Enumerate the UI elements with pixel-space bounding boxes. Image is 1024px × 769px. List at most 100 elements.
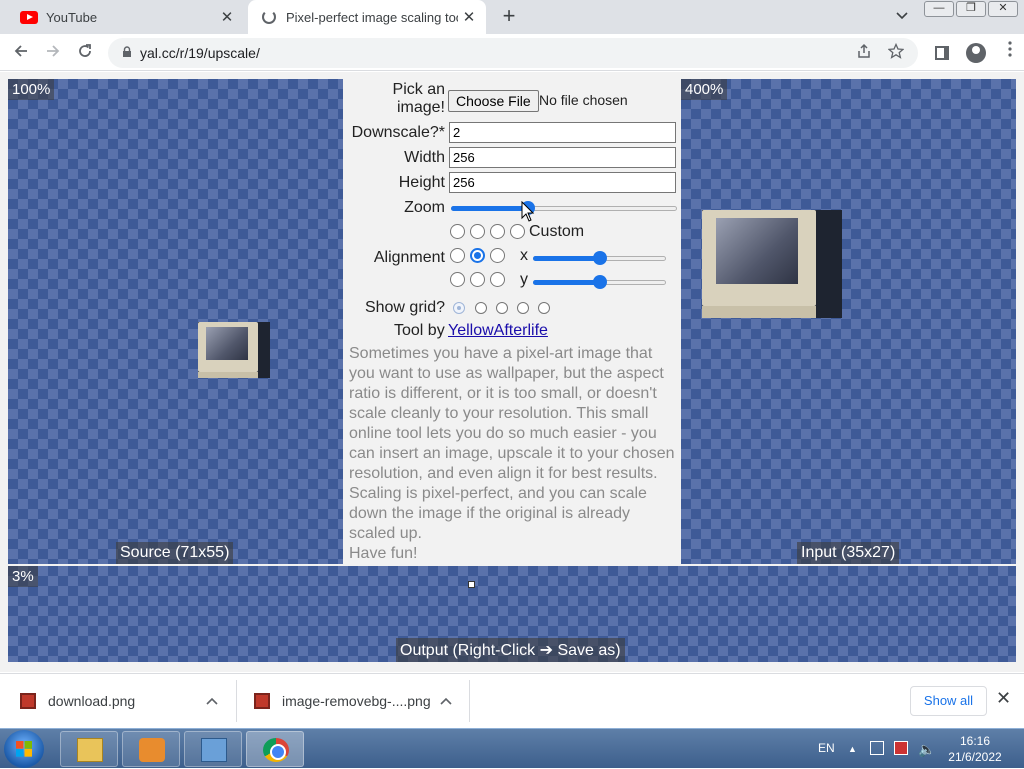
download-filename: download.png <box>48 693 136 709</box>
window-controls: — ❐ ✕ <box>924 1 1018 17</box>
output-caption: Output (Right-Click ➔ Save as) <box>396 638 625 662</box>
x-label: x <box>520 247 528 264</box>
youtube-icon <box>20 10 38 24</box>
align-radio[interactable] <box>450 272 465 287</box>
back-icon[interactable] <box>8 40 34 66</box>
system-clock[interactable]: 16:16 21/6/2022 <box>930 733 1020 765</box>
zoom-option-radio[interactable] <box>470 224 485 239</box>
zoom-option-radio[interactable] <box>450 224 465 239</box>
downscale-row: Downscale?* <box>343 122 681 146</box>
align-left-radio[interactable] <box>450 248 465 263</box>
tab-title: Pixel-perfect image scaling tool <box>286 9 458 25</box>
downscale-input[interactable] <box>449 122 676 143</box>
taskbar-media-player[interactable] <box>122 731 180 767</box>
source-zoom-label: 100% <box>8 79 55 100</box>
source-crt-image <box>198 322 270 378</box>
y-align-slider[interactable] <box>533 274 666 290</box>
url-text[interactable]: yal.cc/r/19/upscale/ <box>140 45 260 61</box>
omnibox-actions <box>850 42 910 68</box>
page-content: 100% Source (71x55) Pick an image! Choos… <box>0 72 1024 672</box>
kebab-menu-icon[interactable] <box>996 40 1024 66</box>
share-icon[interactable] <box>850 42 878 68</box>
height-row: Height <box>343 172 681 196</box>
downscale-label: Downscale?* <box>351 124 445 141</box>
height-label: Height <box>398 174 445 191</box>
reload-icon[interactable] <box>72 40 98 66</box>
width-label: Width <box>404 149 445 166</box>
credit-row: Tool by YellowAfterlife <box>343 322 681 344</box>
x-align-slider[interactable] <box>533 250 666 266</box>
close-tab-icon[interactable]: ✕ <box>216 8 238 26</box>
tab-pixel-perfect[interactable]: Pixel-perfect image scaling tool ✕ <box>248 0 486 34</box>
show-hidden-icons[interactable]: ▲ <box>848 729 857 769</box>
clock-time: 16:16 <box>959 734 991 748</box>
pick-image-row: Pick an image! Choose File No file chose… <box>343 81 681 121</box>
media-player-icon <box>139 738 165 762</box>
start-button[interactable] <box>4 730 44 768</box>
width-input[interactable] <box>449 147 676 168</box>
grid-option-radio[interactable] <box>453 302 465 314</box>
alignment-label: Alignment <box>373 249 445 266</box>
download-filename: image-removebg-....png <box>282 693 431 709</box>
align-right-radio[interactable] <box>490 248 505 263</box>
tool-by-label: Tool by <box>394 322 445 339</box>
output-canvas[interactable]: 3% Output (Right-Click ➔ Save as) <box>8 566 1016 662</box>
zoom-option-radio[interactable] <box>490 224 505 239</box>
bookmark-star-icon[interactable] <box>882 42 910 68</box>
minimize-button[interactable]: — <box>924 1 954 17</box>
chevron-up-icon[interactable] <box>206 693 218 708</box>
language-indicator[interactable]: EN <box>818 729 835 769</box>
tab-search-icon[interactable] <box>896 9 908 23</box>
pick-image-label-line1: Pick an <box>392 81 445 98</box>
tab-strip: YouTube ✕ Pixel-perfect image scaling to… <box>0 0 1024 34</box>
profile-avatar-icon[interactable] <box>962 40 990 66</box>
taskbar-control-panel[interactable] <box>184 731 242 767</box>
tab-youtube[interactable]: YouTube ✕ <box>8 0 244 34</box>
zoom-row: Zoom <box>343 198 681 220</box>
input-crt-image <box>702 210 842 318</box>
align-radio[interactable] <box>470 272 485 287</box>
description-text: Sometimes you have a pixel-art image tha… <box>349 344 679 564</box>
clock-date: 21/6/2022 <box>948 750 1002 764</box>
divider <box>469 680 470 722</box>
action-center-icon[interactable] <box>870 741 884 755</box>
chevron-up-icon[interactable] <box>440 693 452 708</box>
close-window-button[interactable]: ✕ <box>988 1 1018 17</box>
height-input[interactable] <box>449 172 676 193</box>
align-center-radio[interactable] <box>470 248 485 263</box>
forward-icon[interactable] <box>40 40 66 66</box>
close-download-bar-icon[interactable]: ✕ <box>996 688 1011 709</box>
download-item[interactable]: image-removebg-....png <box>234 680 468 722</box>
grid-option-radio[interactable] <box>517 302 529 314</box>
description-body: Sometimes you have a pixel-art image tha… <box>349 345 675 542</box>
no-file-text: No file chosen <box>539 92 628 108</box>
source-canvas: 100% Source (71x55) <box>8 79 343 564</box>
lock-icon[interactable] <box>114 45 140 61</box>
grid-option-radio[interactable] <box>538 302 550 314</box>
taskbar-explorer[interactable] <box>60 731 118 767</box>
download-item[interactable]: download.png <box>0 680 236 722</box>
close-tab-icon[interactable]: ✕ <box>458 8 480 26</box>
choose-file-button[interactable]: Choose File <box>448 90 539 112</box>
taskbar-chrome[interactable] <box>246 731 304 767</box>
grid-option-radio[interactable] <box>475 302 487 314</box>
control-panel-icon <box>201 738 227 762</box>
alignment-group: Custom Alignment x y <box>343 222 681 294</box>
browser-toolbar: yal.cc/r/19/upscale/ <box>0 34 1024 71</box>
output-zoom-label: 3% <box>8 566 38 587</box>
input-caption: Input (35x27) <box>797 542 900 564</box>
side-panel-icon[interactable] <box>928 40 956 66</box>
zoom-slider[interactable] <box>451 200 677 216</box>
address-bar[interactable]: yal.cc/r/19/upscale/ <box>108 38 918 68</box>
network-icon[interactable] <box>894 741 908 755</box>
grid-option-radio[interactable] <box>496 302 508 314</box>
restore-button[interactable]: ❐ <box>956 1 986 17</box>
show-all-button[interactable]: Show all <box>910 686 987 716</box>
toolbar-right <box>928 40 1024 66</box>
controls-panel: Pick an image! Choose File No file chose… <box>343 72 681 564</box>
output-image-thumb[interactable] <box>468 581 475 588</box>
pick-image-label-line2: image! <box>396 99 445 116</box>
author-link[interactable]: YellowAfterlife <box>448 322 548 340</box>
align-radio[interactable] <box>490 272 505 287</box>
new-tab-button[interactable]: + <box>498 4 520 30</box>
